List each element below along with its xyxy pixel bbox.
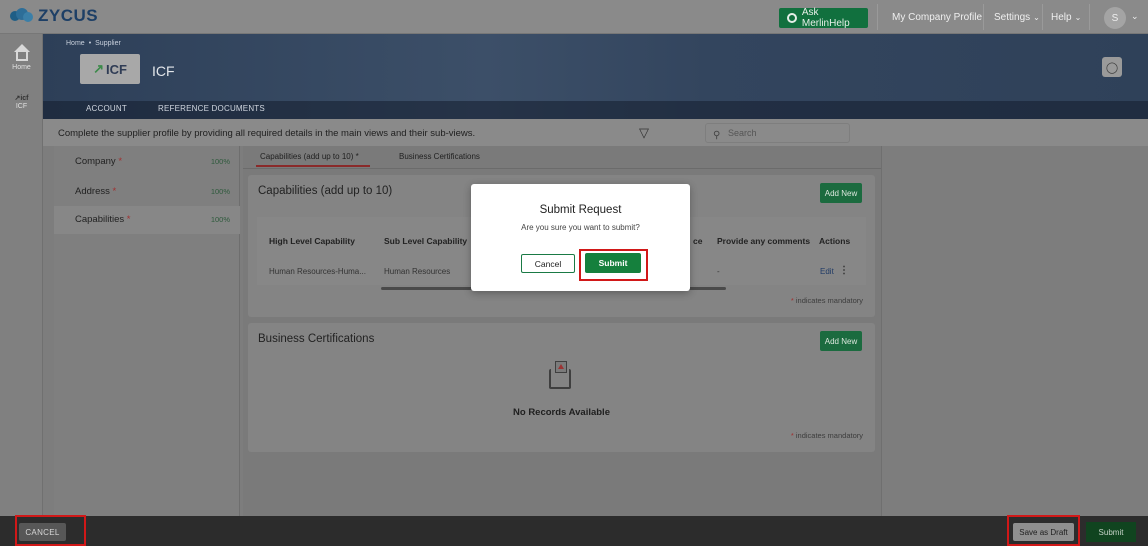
icf-logo-icon: ↗icf bbox=[14, 95, 29, 102]
chevron-down-icon: ⌄ bbox=[1033, 13, 1040, 22]
divider bbox=[877, 4, 878, 30]
zycus-logo[interactable]: ZYCUS bbox=[10, 6, 98, 26]
sidebar-item-label: Capabilities bbox=[75, 214, 125, 225]
divider bbox=[983, 4, 984, 30]
chevron-down-icon: ⌄ bbox=[1074, 13, 1082, 22]
tab-account[interactable]: ACCOUNT bbox=[86, 104, 127, 113]
tab-reference-documents[interactable]: REFERENCE DOCUMENTS bbox=[158, 104, 265, 113]
merlin-icon bbox=[787, 13, 797, 23]
add-capability-button[interactable]: Add New bbox=[820, 183, 862, 203]
column-header[interactable]: Sub Level Capability bbox=[384, 236, 467, 246]
bottom-action-bar: CANCEL Save as Draft Submit bbox=[0, 516, 1148, 546]
empty-box-icon bbox=[549, 361, 571, 389]
left-rail: Home ↗icf ICF bbox=[0, 34, 43, 516]
sidebar-item-label: Company bbox=[75, 156, 116, 167]
company-name: ICF bbox=[152, 63, 175, 79]
search-placeholder: Search bbox=[728, 128, 757, 138]
rail-home-label: Home bbox=[12, 64, 31, 71]
dialog-submit-button[interactable]: Submit bbox=[585, 253, 641, 273]
column-header[interactable]: Provide any comments bbox=[717, 236, 810, 246]
breadcrumb: Home • Supplier bbox=[66, 40, 121, 47]
subtab-capabilities[interactable]: Capabilities (add up to 10) * bbox=[260, 152, 359, 161]
add-certification-button[interactable]: Add New bbox=[820, 331, 862, 351]
instruction-bar: Complete the supplier profile by providi… bbox=[43, 119, 1148, 146]
completion-percent: 100% bbox=[210, 187, 230, 196]
divider bbox=[1042, 4, 1043, 30]
filter-icon[interactable]: ▽ bbox=[639, 125, 649, 141]
help-label: Help bbox=[1051, 12, 1072, 23]
breadcrumb-home[interactable]: Home bbox=[66, 40, 85, 47]
section-nav: Company * 100% Address * 100% Capabiliti… bbox=[54, 146, 240, 516]
top-bar: ZYCUS Ask MerlinHelp My Company Profile … bbox=[0, 0, 1148, 34]
no-records-text: No Records Available bbox=[513, 407, 610, 418]
dialog-cancel-button[interactable]: Cancel bbox=[521, 254, 575, 273]
user-avatar[interactable]: S bbox=[1104, 7, 1126, 29]
mandatory-note: * indicates mandatory bbox=[790, 431, 863, 440]
column-header[interactable]: Actions bbox=[819, 236, 850, 246]
mandatory-note: * indicates mandatory bbox=[790, 296, 863, 305]
business-certifications-card: Business Certifications Add New No Recor… bbox=[248, 323, 875, 452]
chevron-down-icon[interactable]: ⌄ bbox=[1131, 11, 1139, 22]
dialog-message: Are you sure you want to submit? bbox=[521, 223, 640, 232]
logo-text: ZYCUS bbox=[38, 6, 99, 25]
sidebar-item-label: Address bbox=[75, 186, 110, 197]
divider bbox=[243, 168, 881, 169]
settings-label: Settings bbox=[994, 12, 1031, 23]
sidebar-item-address[interactable]: Address * 100% bbox=[54, 176, 240, 204]
settings-menu[interactable]: Settings ⌄ bbox=[994, 12, 1040, 23]
my-company-profile-link[interactable]: My Company Profile bbox=[892, 12, 982, 23]
help-menu[interactable]: Help ⌄ bbox=[1051, 12, 1081, 23]
rail-home[interactable]: Home bbox=[0, 44, 43, 71]
cancel-button[interactable]: CANCEL bbox=[19, 523, 66, 541]
active-subtab-indicator bbox=[256, 165, 370, 167]
more-options-icon[interactable]: ⋮ bbox=[839, 265, 849, 276]
capabilities-title: Capabilities (add up to 10) bbox=[258, 185, 393, 197]
rail-icf[interactable]: ↗icf ICF bbox=[0, 94, 43, 110]
company-logo: ↗ ICF bbox=[80, 54, 140, 84]
sidebar-item-company[interactable]: Company * 100% bbox=[54, 146, 240, 174]
ask-merlinhelp-label: Ask MerlinHelp bbox=[801, 7, 850, 29]
rail-icf-label: ICF bbox=[15, 103, 28, 110]
subtab-business-certifications[interactable]: Business Certifications bbox=[399, 152, 480, 161]
breadcrumb-supplier[interactable]: Supplier bbox=[95, 40, 121, 47]
cell-high-level: Human Resources-Huma... bbox=[269, 267, 366, 276]
submit-button[interactable]: Submit bbox=[1086, 522, 1136, 542]
divider bbox=[1089, 4, 1090, 30]
headset-icon[interactable]: ◯ bbox=[1102, 57, 1122, 77]
column-header[interactable]: High Level Capability bbox=[269, 236, 355, 246]
home-icon bbox=[13, 44, 31, 62]
instruction-text: Complete the supplier profile by providi… bbox=[58, 128, 476, 139]
right-panel bbox=[881, 146, 1148, 516]
completion-percent: 100% bbox=[210, 157, 230, 166]
cell-sub-level: Human Resources bbox=[384, 267, 451, 276]
cell-comment: - bbox=[717, 267, 720, 276]
sidebar-item-capabilities[interactable]: Capabilities * 100% bbox=[54, 206, 240, 234]
edit-link[interactable]: Edit bbox=[820, 267, 834, 276]
search-icon: ⚲ bbox=[713, 130, 721, 141]
dialog-title: Submit Request bbox=[539, 204, 622, 216]
completion-percent: 100% bbox=[210, 215, 230, 224]
submit-request-dialog: Submit Request Are you sure you want to … bbox=[471, 184, 690, 291]
zycus-brain-icon bbox=[10, 8, 34, 24]
column-header[interactable]: ce bbox=[693, 236, 702, 246]
search-input[interactable]: ⚲ Search bbox=[705, 123, 850, 143]
certifications-title: Business Certifications bbox=[258, 333, 375, 345]
ask-merlinhelp-button[interactable]: Ask MerlinHelp bbox=[779, 7, 868, 29]
supplier-banner: Home • Supplier ↗ ICF ICF ACCOUNT REFERENCE… bbox=[43, 34, 1148, 119]
save-as-draft-button[interactable]: Save as Draft bbox=[1013, 523, 1074, 541]
